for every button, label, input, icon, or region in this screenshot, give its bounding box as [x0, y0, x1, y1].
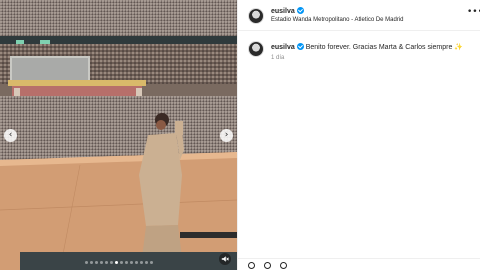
carousel-dot	[119, 261, 123, 264]
carousel-prev-button[interactable]: ‹	[4, 129, 17, 142]
heart-icon[interactable]	[248, 262, 255, 269]
comment-icon[interactable]	[264, 262, 271, 269]
carousel-dot	[94, 261, 98, 264]
location-link[interactable]: Estadio Wanda Metropolitano - Atletico D…	[271, 17, 404, 23]
audio-toggle-button[interactable]	[219, 253, 231, 265]
avatar[interactable]	[248, 41, 264, 57]
username-link[interactable]: eusilva	[271, 7, 304, 15]
carousel-dot	[84, 261, 88, 264]
carousel-dot	[139, 261, 143, 264]
chevron-left-icon: ‹	[8, 130, 13, 140]
carousel-dot	[129, 261, 133, 264]
verified-badge-icon	[296, 43, 304, 50]
carousel-dot	[99, 261, 103, 264]
username-text[interactable]: eusilva	[271, 8, 295, 15]
carousel-dot	[114, 261, 118, 264]
carousel-dot	[124, 261, 128, 264]
avatar[interactable]	[248, 8, 264, 24]
carousel-dot	[149, 261, 153, 264]
post-header: eusilva Estadio Wanda Metropolitano - At…	[238, 0, 480, 31]
post-dialog: ‹ › eusilva Estadio Wanda Metropolitano …	[0, 0, 480, 270]
carousel-next-button[interactable]: ›	[220, 129, 233, 142]
sparkles-emoji: ✨	[454, 44, 464, 51]
carousel-dot	[144, 261, 148, 264]
post-media[interactable]: ‹ ›	[0, 0, 237, 270]
muted-speaker-icon	[221, 256, 229, 262]
more-horizontal-icon[interactable]: •••	[467, 7, 480, 17]
carousel-dot	[109, 261, 113, 264]
carousel-dot	[134, 261, 138, 264]
post-side-panel: eusilva Estadio Wanda Metropolitano - At…	[237, 0, 480, 270]
concert-photo	[0, 0, 237, 270]
verified-badge-icon	[296, 7, 304, 14]
carousel-indicator	[0, 261, 237, 264]
caption-text: Benito forever. Gracias Marta & Carlos s…	[305, 44, 453, 51]
share-icon[interactable]	[280, 262, 287, 269]
chevron-right-icon: ›	[224, 130, 229, 140]
caption-time[interactable]: 1 día	[271, 55, 284, 61]
carousel-dot	[104, 261, 108, 264]
caption-username[interactable]: eusilva	[271, 44, 295, 51]
caption-line: eusilva Benito forever. Gracias Marta & …	[271, 43, 463, 51]
action-bar	[238, 258, 480, 270]
carousel-dot	[89, 261, 93, 264]
